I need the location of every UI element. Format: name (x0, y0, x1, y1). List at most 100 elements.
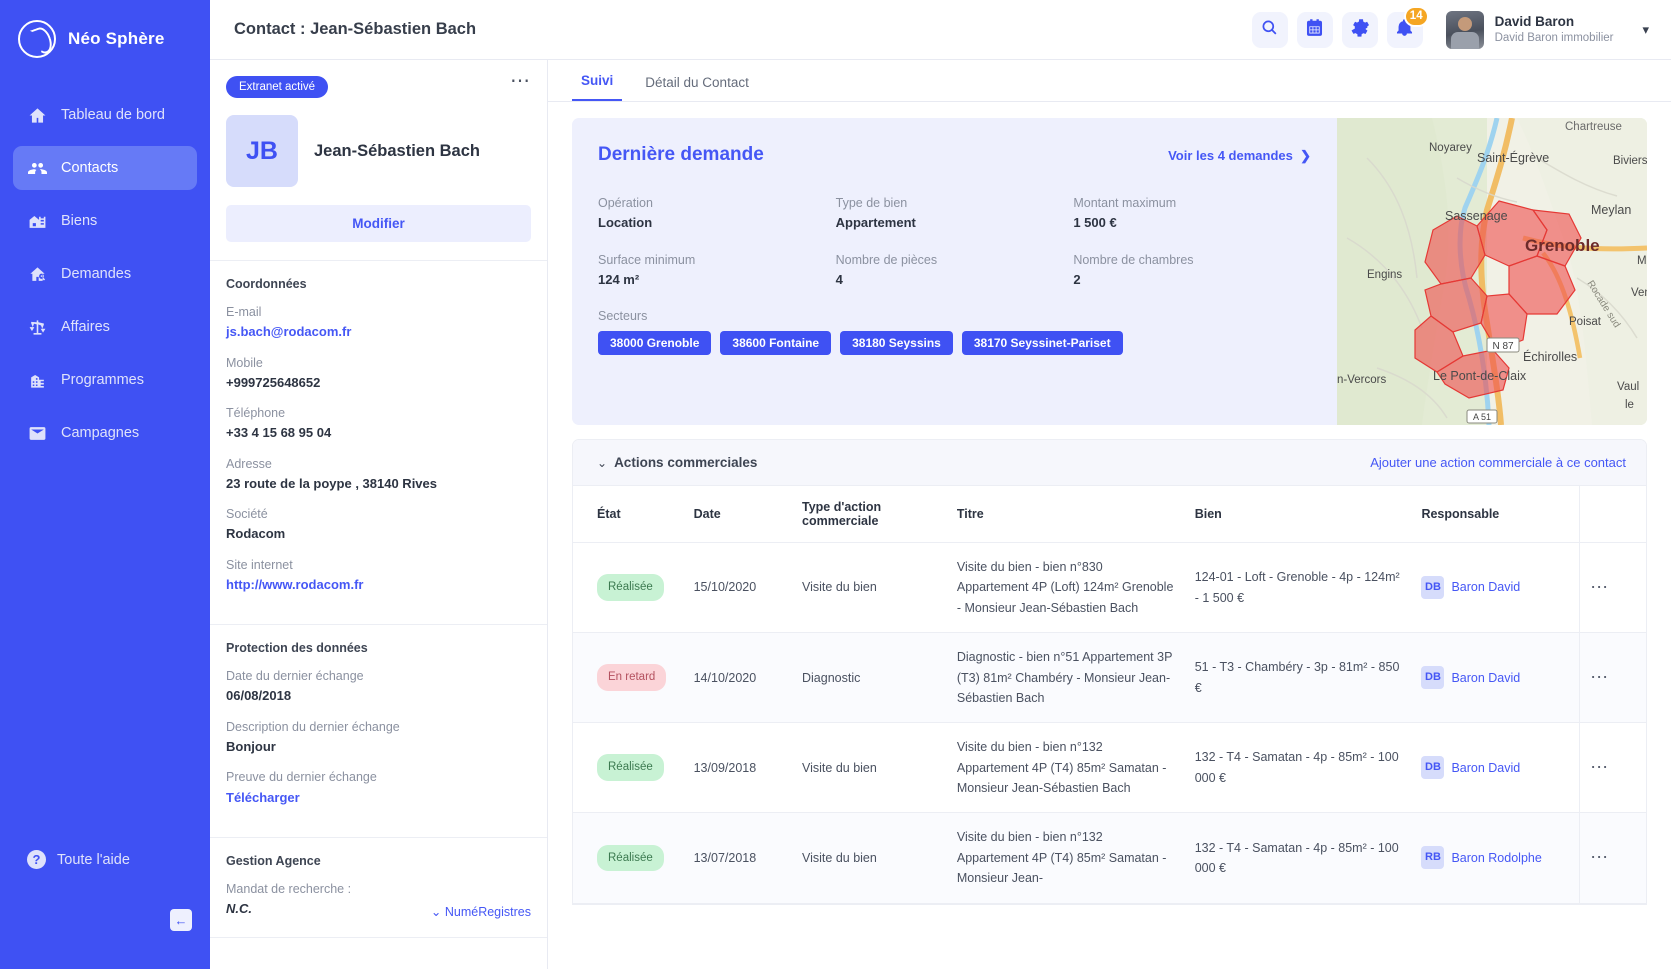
ellipsis-icon[interactable]: ⋯ (1590, 847, 1609, 867)
secteur-chip[interactable]: 38600 Fontaine (720, 330, 832, 355)
sidebar-item-affaires[interactable]: Affaires (13, 305, 197, 349)
field-label: Nombre de pièces (835, 252, 938, 267)
responsable-name: Baron David (1451, 760, 1521, 775)
sidebar-item-demandes[interactable]: Demandes (13, 252, 197, 296)
voir-demandes-link[interactable]: Voir les 4 demandes ❯ (1168, 148, 1311, 164)
sidebar-item-contacts[interactable]: Contacts (13, 146, 197, 190)
gestion-agence-title: Gestion Agence (226, 853, 321, 868)
tab-suivi[interactable]: Suivi (572, 73, 623, 101)
responsable-initials: DB (1421, 666, 1445, 690)
cell-bien[interactable]: 51 - T3 - Chambéry - 3p - 81m² - 850 € (1184, 632, 1412, 724)
field-label: Description du dernier échange (226, 719, 400, 734)
brand[interactable]: Néo Sphère (0, 0, 210, 60)
secteur-chip[interactable]: 38180 Seyssins (840, 330, 953, 355)
chevron-right-icon: ❯ (1296, 148, 1311, 163)
field-description-dernier-echange: Description du dernier échange Bonjour (226, 718, 531, 758)
website-link[interactable]: http://www.rodacom.fr (226, 575, 531, 595)
field-value: 1 500 € (1073, 215, 1117, 230)
field-value: Appartement (835, 215, 916, 230)
field-value: Location (598, 215, 653, 230)
field-label: Société (226, 507, 268, 522)
table-row[interactable]: En retard 14/10/2020 Diagnostic Diagnost… (573, 632, 1646, 724)
cell-titre[interactable]: Diagnostic - bien n°51 Appartement 3P (T… (946, 632, 1185, 724)
cell-type[interactable]: Visite du bien (792, 542, 947, 634)
cell-titre[interactable]: Visite du bien - bien n°132 Appartement … (946, 722, 1185, 814)
add-action-link[interactable]: Ajouter une action commerciale à ce cont… (1370, 455, 1626, 470)
sidebar-item-label: Contacts (61, 160, 119, 176)
responsable[interactable]: DB Baron David (1421, 666, 1569, 690)
sidebar-item-programmes[interactable]: Programmes (13, 358, 197, 402)
field-label: Type de bien (835, 196, 908, 210)
numregistres-toggle[interactable]: ⌄ NuméRegistres (431, 904, 531, 919)
user-name: David Baron (1494, 13, 1575, 29)
table-row[interactable]: Réalisée 13/07/2018 Visite du bien Visit… (573, 812, 1646, 904)
ellipsis-icon[interactable]: ⋯ (1590, 757, 1609, 777)
content-area: Suivi Détail du Contact Dernière demande… (548, 60, 1671, 969)
sidebar-item-tableau-de-bord[interactable]: Tableau de bord (13, 93, 197, 137)
settings-button[interactable] (1341, 11, 1378, 48)
responsable[interactable]: RB Baron Rodolphe (1421, 846, 1569, 870)
secteur-chip[interactable]: 38000 Grenoble (598, 330, 712, 355)
download-link[interactable]: Télécharger (226, 788, 531, 808)
notifications-button[interactable]: 14 (1386, 5, 1429, 48)
table-row[interactable]: Réalisée 15/10/2020 Visite du bien Visit… (573, 542, 1646, 634)
cell-etat: Réalisée (573, 542, 684, 634)
calendar-icon (1305, 18, 1324, 42)
sectors-map[interactable]: N 87 A 51 Noyarey Saint-Égrève Chartreus… (1337, 118, 1647, 425)
responsable-initials: DB (1421, 756, 1445, 780)
svg-text:Meylan: Meylan (1591, 203, 1631, 217)
email-link[interactable]: js.bach@rodacom.fr (226, 322, 531, 342)
user-menu[interactable]: David Baron David Baron immobilier ▾ (1445, 10, 1649, 49)
cell-titre[interactable]: Visite du bien - bien n°132 Appartement … (946, 812, 1185, 904)
cell-type[interactable]: Visite du bien (792, 722, 947, 814)
contact-name: Jean-Sébastien Bach (314, 141, 480, 160)
demande-field-nombre-de-chambres: Nombre de chambres 2 (1073, 250, 1311, 291)
field-site-internet: Site internet http://www.rodacom.fr (226, 556, 531, 596)
contact-panel: Extranet activé ⋯ JB Jean-Sébastien Bach… (210, 60, 548, 969)
field-date-dernier-echange: Date du dernier échange 06/08/2018 (226, 667, 531, 707)
sidebar-help[interactable]: ? Toute l'aide (13, 850, 144, 869)
coordonnees-title: Coordonnées (226, 277, 307, 291)
demande-field-surface-minimum: Surface minimum 124 m² (598, 250, 836, 291)
edit-contact-button[interactable]: Modifier (226, 205, 531, 242)
chevron-down-icon[interactable]: ⌄ (597, 456, 607, 470)
notification-badge: 14 (1403, 5, 1429, 27)
ellipsis-icon[interactable]: ⋯ (510, 71, 531, 91)
table-row[interactable]: Réalisée 13/09/2018 Visite du bien Visit… (573, 722, 1646, 814)
numregistres-label: NuméRegistres (444, 905, 531, 920)
ellipsis-icon[interactable]: ⋯ (1590, 667, 1609, 687)
field-mobile: Mobile +999725648652 (226, 354, 531, 394)
tab-detail-du-contact[interactable]: Détail du Contact (636, 75, 758, 101)
mail-icon (27, 423, 47, 443)
svg-text:Le Pont-de-Claix: Le Pont-de-Claix (1433, 369, 1527, 383)
actions-commerciales-card: ⌄ Actions commerciales Ajouter une actio… (572, 439, 1647, 905)
responsable[interactable]: DB Baron David (1421, 756, 1569, 780)
secteurs-chips: 38000 Grenoble 38600 Fontaine 38180 Seys… (598, 330, 1311, 355)
secteur-chip[interactable]: 38170 Seyssinet-Pariset (961, 330, 1123, 355)
col-bien: Bien (1184, 486, 1412, 543)
responsable-name: Baron David (1451, 670, 1521, 685)
responsable[interactable]: DB Baron David (1421, 576, 1569, 600)
cell-bien[interactable]: 132 - T4 - Samatan - 4p - 85m² - 100 000… (1184, 722, 1412, 814)
mandat-row: N.C. ⌄ NuméRegistres (226, 899, 531, 919)
cell-bien[interactable]: 124-01 - Loft - Grenoble - 4p - 124m² - … (1184, 542, 1412, 634)
cell-type[interactable]: Diagnostic (792, 632, 947, 724)
actions-table-body: Réalisée 15/10/2020 Visite du bien Visit… (573, 542, 1646, 904)
svg-text:Chartreuse: Chartreuse (1565, 121, 1622, 133)
search-button[interactable] (1251, 11, 1288, 48)
cell-titre[interactable]: Visite du bien - bien n°830 Appartement … (946, 542, 1185, 634)
sidebar-item-label: Demandes (61, 266, 132, 282)
sidebar-item-campagnes[interactable]: Campagnes (13, 411, 197, 455)
ellipsis-icon[interactable]: ⋯ (1590, 577, 1609, 597)
question-mark-icon: ? (27, 850, 46, 869)
sidebar-item-biens[interactable]: Biens (13, 199, 197, 243)
calendar-button[interactable] (1296, 11, 1333, 48)
contact-identity: JB Jean-Sébastien Bach (226, 115, 531, 187)
content-inner: Dernière demande Voir les 4 demandes ❯ O… (548, 102, 1671, 969)
protection-block: Protection des données Date du dernier é… (210, 625, 547, 838)
cell-type[interactable]: Visite du bien (792, 812, 947, 904)
sidebar-collapse-button[interactable]: ← (170, 909, 192, 931)
sphere-logo-icon (18, 20, 56, 58)
actions-table: État Date Type d'action commerciale Titr… (573, 486, 1646, 904)
cell-bien[interactable]: 132 - T4 - Samatan - 4p - 85m² - 100 000… (1184, 812, 1412, 904)
